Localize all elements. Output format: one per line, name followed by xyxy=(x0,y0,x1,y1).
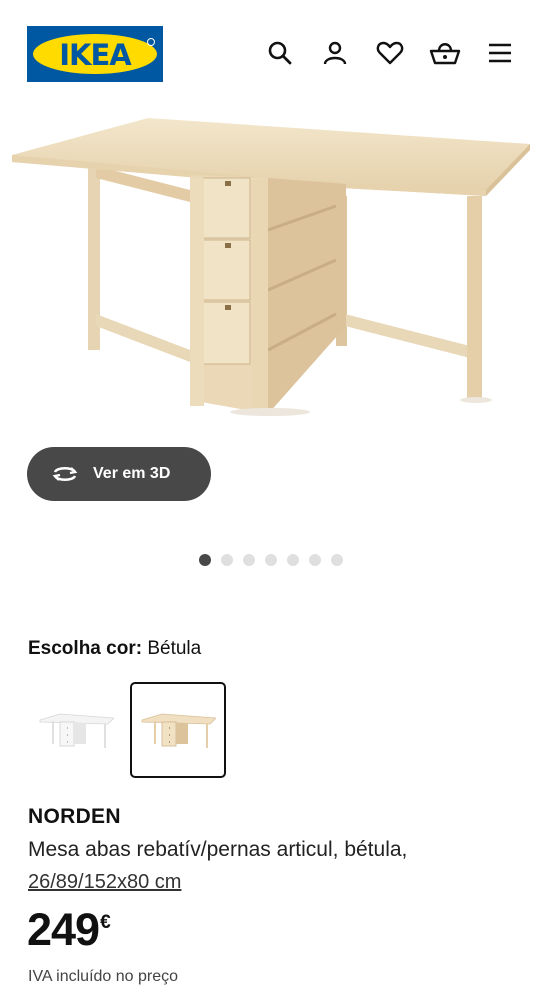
site-header: IKEA xyxy=(0,0,542,110)
ikea-logo[interactable]: IKEA xyxy=(27,26,163,82)
product-price: 249€ xyxy=(27,904,111,956)
carousel-dot[interactable] xyxy=(265,554,277,566)
user-icon[interactable] xyxy=(318,36,352,70)
carousel-dot[interactable] xyxy=(287,554,299,566)
heart-icon[interactable] xyxy=(373,36,407,70)
carousel-dot[interactable] xyxy=(243,554,255,566)
color-value: Bétula xyxy=(147,638,202,659)
price-value: 249 xyxy=(27,904,100,955)
view-in-3d-label: Ver em 3D xyxy=(93,465,171,482)
view-in-3d-button[interactable]: Ver em 3D xyxy=(27,447,211,501)
carousel-dot[interactable] xyxy=(331,554,343,566)
price-currency: € xyxy=(100,912,111,933)
product-name: NORDEN xyxy=(28,805,121,828)
product-dimensions-link[interactable]: 26/89/152x80 cm xyxy=(28,871,181,894)
rotate-3d-icon xyxy=(51,462,81,486)
search-icon[interactable] xyxy=(263,36,297,70)
carousel-dot[interactable] xyxy=(221,554,233,566)
logo-text: IKEA xyxy=(59,38,132,72)
carousel-dot[interactable] xyxy=(309,554,321,566)
color-option-birch[interactable] xyxy=(130,682,226,778)
menu-icon[interactable] xyxy=(483,36,517,70)
color-label: Escolha cor: xyxy=(28,638,143,659)
carousel-dot[interactable] xyxy=(199,554,211,566)
color-option-white[interactable] xyxy=(28,682,124,778)
image-carousel-dots xyxy=(199,554,343,566)
vat-note: IVA incluído no preço xyxy=(28,968,179,985)
product-image[interactable] xyxy=(0,100,542,460)
product-description: Mesa abas rebatív/pernas articul, bétula… xyxy=(28,838,408,861)
basket-icon[interactable] xyxy=(428,36,462,70)
color-selector-label: Escolha cor: Bétula xyxy=(28,638,201,660)
registered-mark xyxy=(147,38,155,46)
